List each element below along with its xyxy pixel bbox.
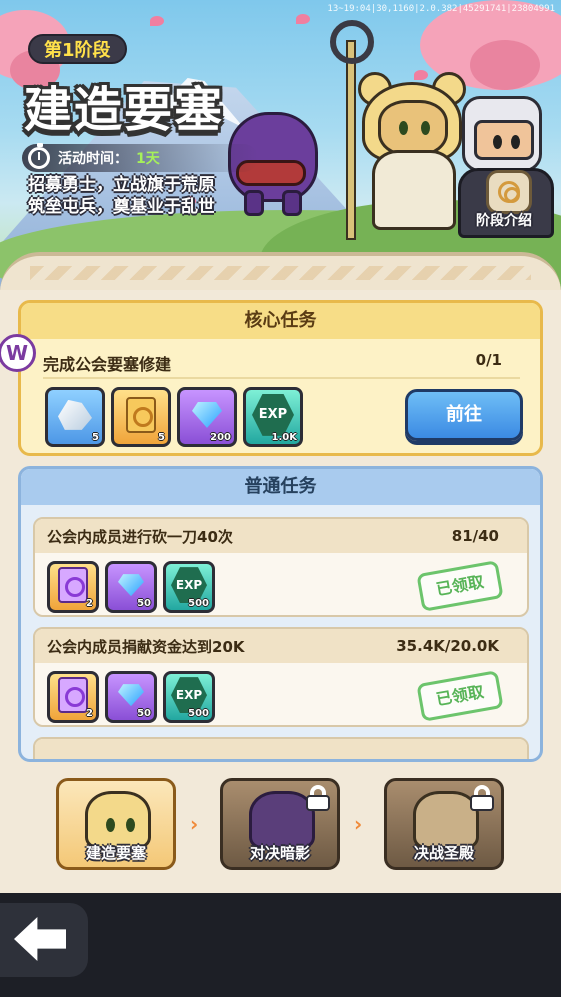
event-description: 招募勇士，立战旗于荒原 筑垒屯兵，奠基业于乱世 [28, 174, 215, 218]
core-task-progress: 0/1 [475, 351, 502, 369]
event-screen: 13~19:04|30,1160|2.0.382|45291741|238049… [0, 0, 561, 893]
task-card: 公会内成员捐献资金达到20K 35.4K/20.0K 2 50 EXP 500 … [33, 627, 529, 727]
petal-icon [414, 70, 428, 80]
exp-icon: EXP [252, 393, 294, 436]
reward-qty: 50 [137, 708, 151, 719]
petal-icon [296, 14, 310, 24]
hero-robe [372, 150, 456, 230]
core-task-title: 完成公会要塞修建 [43, 355, 172, 374]
reward-item[interactable]: 50 [105, 671, 157, 723]
cherry-blossom [470, 40, 540, 90]
reward-qty: 2 [86, 598, 93, 609]
task-reward-list: 2 50 EXP 500 [47, 561, 215, 613]
reward-item[interactable]: 2 [47, 671, 99, 723]
page-title: 建造要塞 [24, 82, 225, 138]
lock-icon [305, 785, 331, 811]
knight-face [474, 120, 534, 160]
back-arrow-icon [14, 917, 66, 961]
creature-leg [282, 190, 302, 216]
description-line: 筑垒屯兵，奠基业于乱世 [28, 197, 215, 217]
reward-qty: 2 [86, 708, 93, 719]
stage-intro-label[interactable]: 阶段介绍 [476, 210, 532, 230]
task-reward-list: 2 50 EXP 500 [47, 671, 215, 723]
reward-qty: 500 [188, 708, 209, 719]
diamond-icon [192, 401, 222, 428]
core-task-header: 核心任务 [21, 303, 540, 339]
hero-portrait [85, 791, 151, 849]
stage-tab-shadow-duel[interactable]: 对决暗影 [220, 778, 340, 870]
eye [106, 818, 115, 832]
reward-qty: 50 [137, 598, 151, 609]
claimed-stamp: 已领取 [416, 670, 504, 722]
core-task-panel: 核心任务 完成公会要塞修建 0/1 5 5 200 EXP 1.0K 前往 [18, 300, 543, 456]
task-card-header: 公会内成员捐献资金达到20K 35.4K/20.0K [35, 629, 527, 663]
scroll-icon [126, 396, 156, 433]
reward-qty: 5 [158, 432, 165, 443]
staff-ornament [330, 20, 374, 64]
stopwatch-icon [28, 143, 50, 169]
creature-leg [244, 190, 264, 216]
event-banner: 13~19:04|30,1160|2.0.382|45291741|238049… [0, 0, 561, 290]
eye [421, 121, 430, 135]
reward-qty: 5 [92, 432, 99, 443]
back-button[interactable] [0, 903, 88, 977]
petal-icon [150, 16, 164, 26]
stage-tab-label: 决战圣殿 [413, 844, 474, 862]
diamond-icon [118, 684, 144, 707]
hero-face [378, 100, 448, 156]
description-line: 招募勇士，立战旗于荒原 [28, 175, 215, 195]
stage-tab-build-fortress[interactable]: 建造要塞 [56, 778, 176, 870]
crystal-icon [58, 399, 92, 430]
reward-item[interactable]: 200 [177, 387, 237, 447]
staff-prop [346, 40, 356, 240]
reward-item[interactable]: EXP 500 [163, 671, 215, 723]
chevron-right-icon: › [190, 812, 199, 836]
task-card-header [35, 739, 527, 759]
task-progress: 81/40 [451, 527, 499, 545]
normal-task-header: 普通任务 [21, 469, 540, 505]
core-reward-list: 5 5 200 EXP 1.0K [45, 387, 303, 447]
reward-qty: 1.0K [271, 432, 297, 443]
violet-scroll-icon [58, 677, 88, 714]
banner-frame [0, 252, 561, 290]
spiral-scroll-icon [498, 181, 520, 203]
time-value: 1天 [136, 151, 160, 167]
stage-navigator: 建造要塞 › 对决暗影 › 决战圣殿 [56, 778, 506, 870]
go-button[interactable]: 前往 [405, 389, 523, 441]
normal-task-panel: 普通任务 公会内成员进行砍一刀40次 81/40 2 50 EXP 500 已领… [18, 466, 543, 762]
reward-item[interactable]: 5 [111, 387, 171, 447]
stage-tab-label: 建造要塞 [85, 844, 146, 862]
task-title: 公会内成员进行砍一刀40次 [47, 527, 233, 546]
eye [126, 818, 135, 832]
stage-intro-button[interactable] [486, 170, 532, 214]
divider [43, 377, 520, 379]
reward-qty: 500 [188, 598, 209, 609]
lock-icon [469, 785, 495, 811]
time-label: 活动时间： [58, 151, 128, 167]
violet-scroll-icon [58, 567, 88, 604]
eye [493, 135, 502, 149]
reward-item[interactable]: EXP 1.0K [243, 387, 303, 447]
reward-qty: 200 [210, 432, 231, 443]
event-time-bar: 活动时间： 1天 [22, 143, 258, 172]
task-card-header: 公会内成员进行砍一刀40次 81/40 [35, 519, 527, 553]
chevron-right-icon: › [354, 812, 363, 836]
claimed-stamp: 已领取 [416, 560, 504, 612]
diamond-icon [118, 574, 144, 597]
task-title: 公会内成员捐献资金达到20K [47, 637, 245, 656]
eye [511, 135, 520, 149]
task-progress: 35.4K/20.0K [396, 637, 499, 655]
stage-tab-label: 对决暗影 [249, 844, 310, 862]
eye [399, 121, 408, 135]
reward-item[interactable]: EXP 500 [163, 561, 215, 613]
reward-item[interactable]: 5 [45, 387, 105, 447]
stage-badge: 第1阶段 [28, 34, 127, 64]
reward-item[interactable]: 50 [105, 561, 157, 613]
task-card: 公会内成员进行砍一刀40次 81/40 2 50 EXP 500 已领取 [33, 517, 529, 617]
reward-item[interactable]: 2 [47, 561, 99, 613]
task-card-partial [33, 737, 529, 759]
stage-tab-temple-battle[interactable]: 决战圣殿 [384, 778, 504, 870]
bottom-bar [0, 893, 561, 997]
debug-info-text: 13~19:04|30,1160|2.0.382|45291741|238049… [327, 4, 555, 14]
